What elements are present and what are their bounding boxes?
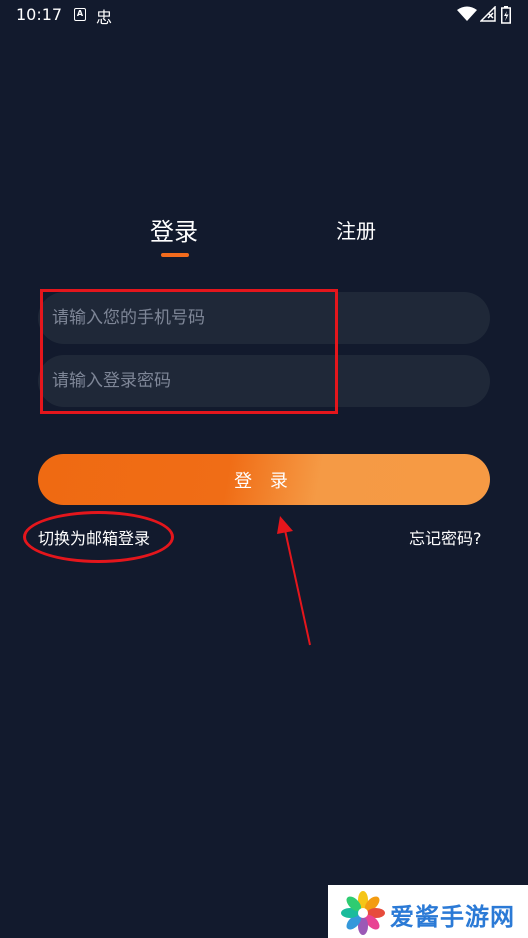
- login-button[interactable]: 登 录: [38, 454, 490, 505]
- accessibility-icon: A: [74, 8, 86, 21]
- tab-login[interactable]: 登录: [150, 212, 198, 247]
- flower-logo-icon: [341, 891, 385, 935]
- wifi-icon: [457, 6, 477, 21]
- status-bar: 10:17 A 忠: [0, 0, 528, 30]
- forgot-password-link[interactable]: 忘记密码?: [409, 525, 482, 549]
- annotation-ellipse: [23, 511, 174, 563]
- status-time: 10:17: [16, 5, 63, 24]
- watermark: 爱酱手游网: [328, 885, 528, 938]
- watermark-text: 爱酱手游网: [390, 903, 515, 931]
- signal-icon: [480, 6, 496, 22]
- battery-icon: [501, 6, 511, 24]
- app-notification-icon: 忠: [96, 8, 113, 27]
- annotation-arrow: [277, 516, 311, 646]
- tab-register[interactable]: 注册: [336, 215, 376, 244]
- active-tab-indicator: [161, 253, 189, 257]
- annotation-rectangle: [40, 289, 338, 414]
